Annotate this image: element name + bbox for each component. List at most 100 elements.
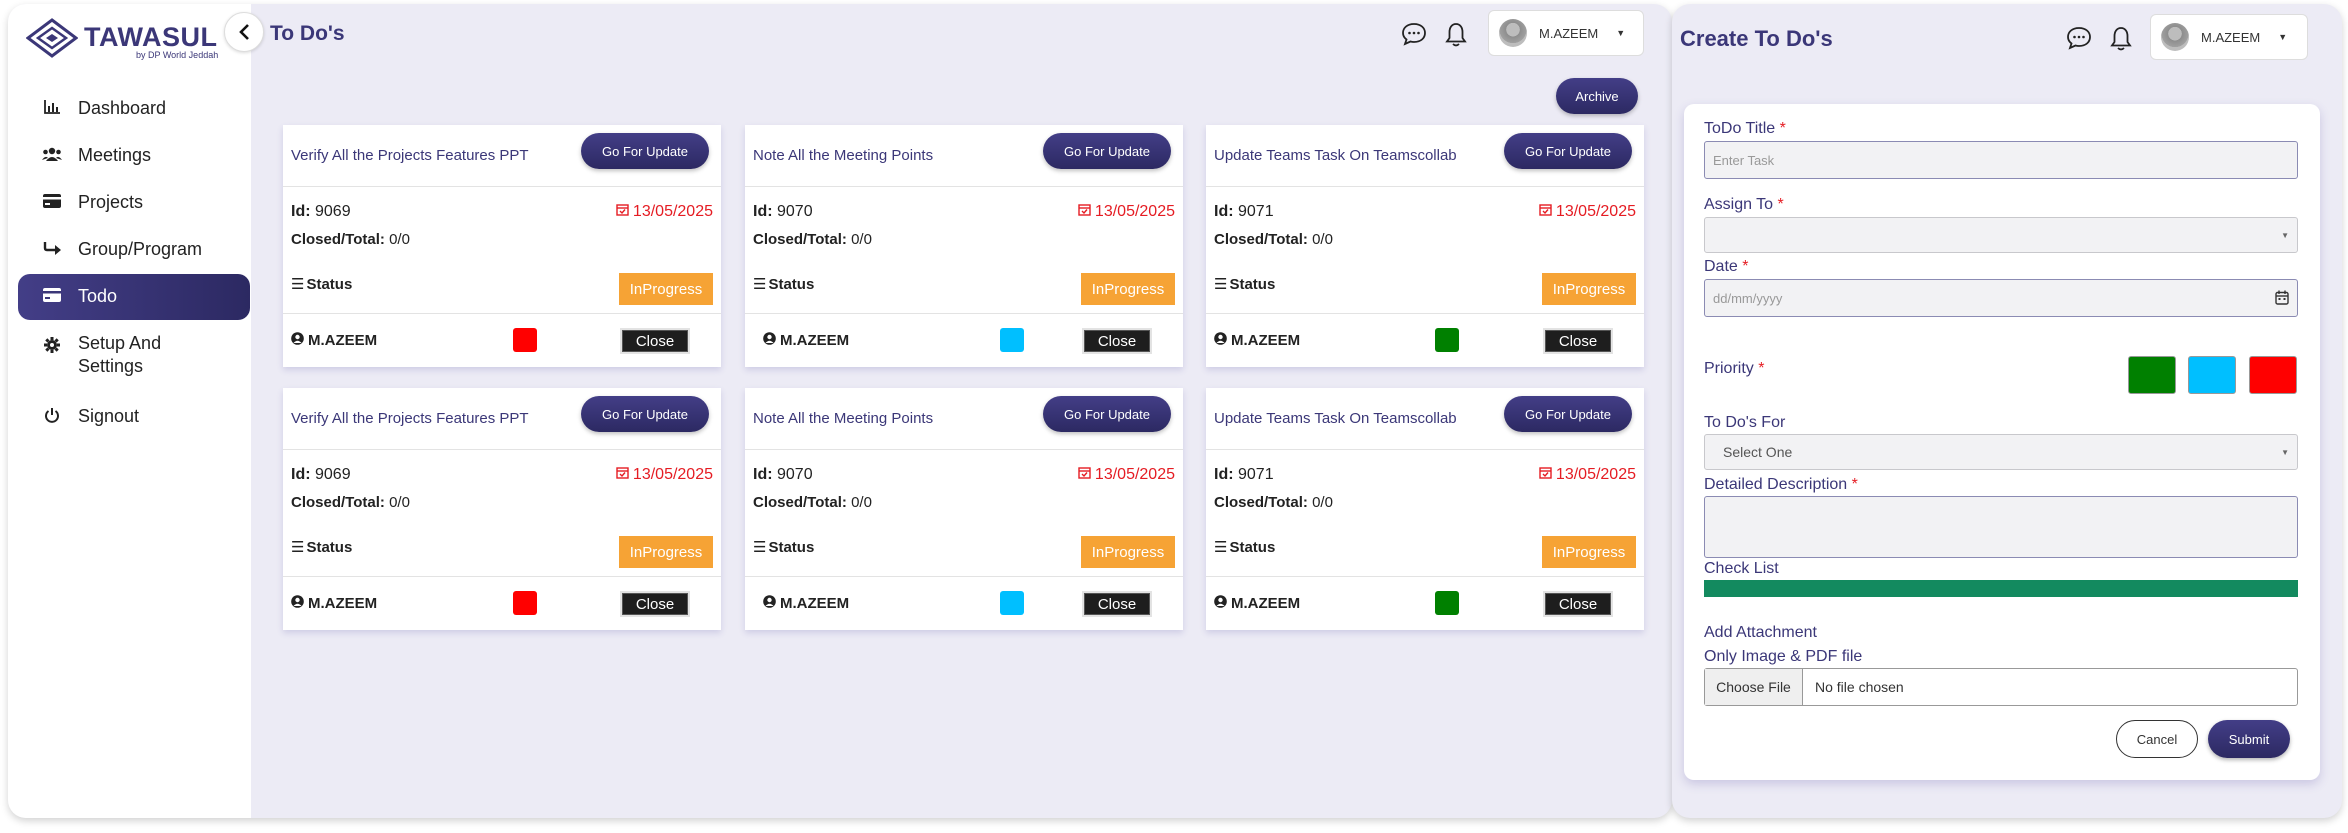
submit-button[interactable]: Submit xyxy=(2208,720,2290,758)
todo-title-input[interactable]: Enter Task xyxy=(1704,141,2298,179)
choose-file-button[interactable]: Choose File xyxy=(1705,669,1803,705)
date-label: Date * xyxy=(1704,258,1749,275)
card-header: Update Teams Task On Teamscollab Go For … xyxy=(1206,388,1644,450)
list-icon: ☰ xyxy=(753,276,767,293)
priority-indicator xyxy=(1435,591,1459,615)
go-for-update-button[interactable]: Go For Update xyxy=(1504,396,1632,432)
card-closed-total: Closed/Total: 0/0 xyxy=(753,494,872,511)
sidebar-item-label: Dashboard xyxy=(78,98,167,118)
card-date: 13/05/2025 xyxy=(616,466,713,484)
card-closed-total: Closed/Total: 0/0 xyxy=(1214,494,1333,511)
cancel-button[interactable]: Cancel xyxy=(2116,720,2198,758)
assign-to-label: Assign To * xyxy=(1704,196,1784,213)
go-for-update-button[interactable]: Go For Update xyxy=(1504,133,1632,169)
archive-button[interactable]: Archive xyxy=(1556,78,1638,114)
user-menu[interactable]: M.AZEEM ▼ xyxy=(1488,10,1644,56)
arrow-icon xyxy=(42,238,62,258)
app-logo[interactable]: TAWASUL by DP World Jeddah xyxy=(26,18,226,64)
create-todo-window: Create To Do's M.AZEEM ▼ ToDo Title * En… xyxy=(1672,4,2342,818)
card-status-label: ☰ Status xyxy=(1214,275,1276,294)
close-button[interactable]: Close xyxy=(620,328,690,354)
todos-for-select[interactable]: Select One ▼ xyxy=(1704,434,2298,470)
user-menu[interactable]: M.AZEEM ▼ xyxy=(2150,14,2308,60)
go-for-update-button[interactable]: Go For Update xyxy=(581,133,709,169)
chevron-left-icon xyxy=(239,24,249,40)
go-for-update-button[interactable]: Go For Update xyxy=(1043,133,1171,169)
close-button[interactable]: Close xyxy=(1543,328,1613,354)
card-status-label: ☰ Status xyxy=(753,275,815,294)
priority-label: Priority * xyxy=(1704,360,1765,377)
status-badge: InProgress xyxy=(619,536,713,568)
sidebar-item-label: Signout xyxy=(78,406,140,426)
sidebar-item-todo[interactable]: Todo xyxy=(18,274,250,320)
card-title: Verify All the Projects Features PPT xyxy=(291,147,529,164)
sidebar-item-group-program[interactable]: Group/Program xyxy=(18,227,250,270)
panel-title: Create To Do's xyxy=(1680,26,1833,51)
sidebar-item-projects[interactable]: Projects xyxy=(18,180,250,223)
card-closed-total: Closed/Total: 0/0 xyxy=(291,231,410,248)
go-for-update-button[interactable]: Go For Update xyxy=(1043,396,1171,432)
card-date: 13/05/2025 xyxy=(1078,466,1175,484)
close-button[interactable]: Close xyxy=(1543,591,1613,617)
priority-blue-option[interactable] xyxy=(2188,356,2236,394)
user-circle-icon xyxy=(1214,332,1227,349)
list-icon: ☰ xyxy=(1214,539,1228,556)
close-button[interactable]: Close xyxy=(1082,328,1152,354)
priority-green-option[interactable] xyxy=(2128,356,2176,394)
chat-icon[interactable] xyxy=(2066,26,2092,57)
status-badge: InProgress xyxy=(619,273,713,305)
card-id: Id: 9070 xyxy=(753,466,813,483)
card-status-label: ☰ Status xyxy=(753,538,815,557)
users-icon xyxy=(42,144,62,164)
close-button[interactable]: Close xyxy=(620,591,690,617)
user-circle-icon xyxy=(763,332,776,349)
chevron-down-icon: ▼ xyxy=(2281,447,2289,457)
calendar-icon[interactable] xyxy=(2275,290,2289,308)
card-id: Id: 9069 xyxy=(291,203,351,220)
todo-card: Update Teams Task On Teamscollab Go For … xyxy=(1206,388,1644,630)
assign-to-select[interactable]: ▼ xyxy=(1704,217,2298,253)
calendar-check-icon xyxy=(1078,466,1091,484)
description-textarea[interactable] xyxy=(1704,496,2298,558)
priority-red-option[interactable] xyxy=(2249,356,2297,394)
chart-icon xyxy=(42,97,62,117)
card-date: 13/05/2025 xyxy=(1539,466,1636,484)
chat-icon[interactable] xyxy=(1401,22,1427,53)
card-footer: M.AZEEM Close xyxy=(1206,576,1644,630)
close-button[interactable]: Close xyxy=(1082,591,1152,617)
go-for-update-button[interactable]: Go For Update xyxy=(581,396,709,432)
power-icon xyxy=(42,405,62,425)
sidebar-item-meetings[interactable]: Meetings xyxy=(18,133,250,176)
priority-indicator xyxy=(1435,328,1459,352)
todos-for-label: To Do's For xyxy=(1704,414,1786,431)
card-assignee: M.AZEEM xyxy=(291,332,377,349)
logo-diamond-icon xyxy=(26,18,78,58)
sidebar-item-setup-settings[interactable]: Setup And Settings xyxy=(18,324,250,390)
checklist-label: Check List xyxy=(1704,560,1779,577)
date-input[interactable]: dd/mm/yyyy xyxy=(1704,279,2298,317)
checklist-bar[interactable] xyxy=(1704,580,2298,597)
todo-card: Update Teams Task On Teamscollab Go For … xyxy=(1206,125,1644,367)
card-status-label: ☰ Status xyxy=(1214,538,1276,557)
bell-icon[interactable] xyxy=(1445,22,1467,53)
card-status-label: ☰ Status xyxy=(291,538,353,557)
logo-title: TAWASUL xyxy=(84,22,218,52)
card-assignee: M.AZEEM xyxy=(1214,332,1300,349)
todo-title-label: ToDo Title * xyxy=(1704,120,1786,137)
calendar-check-icon xyxy=(616,203,629,221)
card-id: Id: 9069 xyxy=(291,466,351,483)
card-assignee: M.AZEEM xyxy=(763,595,849,612)
priority-indicator xyxy=(1000,591,1024,615)
sidebar-item-dashboard[interactable]: Dashboard xyxy=(18,86,250,129)
card-title: Update Teams Task On Teamscollab xyxy=(1214,410,1457,427)
sidebar-item-signout[interactable]: Signout xyxy=(18,394,250,437)
bell-icon[interactable] xyxy=(2110,26,2132,57)
card-id: Id: 9071 xyxy=(1214,203,1274,220)
file-input[interactable]: Choose File No file chosen xyxy=(1704,668,2298,706)
card-header: Note All the Meeting Points Go For Updat… xyxy=(745,388,1183,450)
page-title: To Do's xyxy=(270,22,345,45)
user-circle-icon xyxy=(291,595,304,612)
calendar-check-icon xyxy=(1078,203,1091,221)
sidebar-nav: Dashboard Meetings Projects Group/Progra… xyxy=(18,86,250,441)
back-button[interactable] xyxy=(224,12,264,52)
